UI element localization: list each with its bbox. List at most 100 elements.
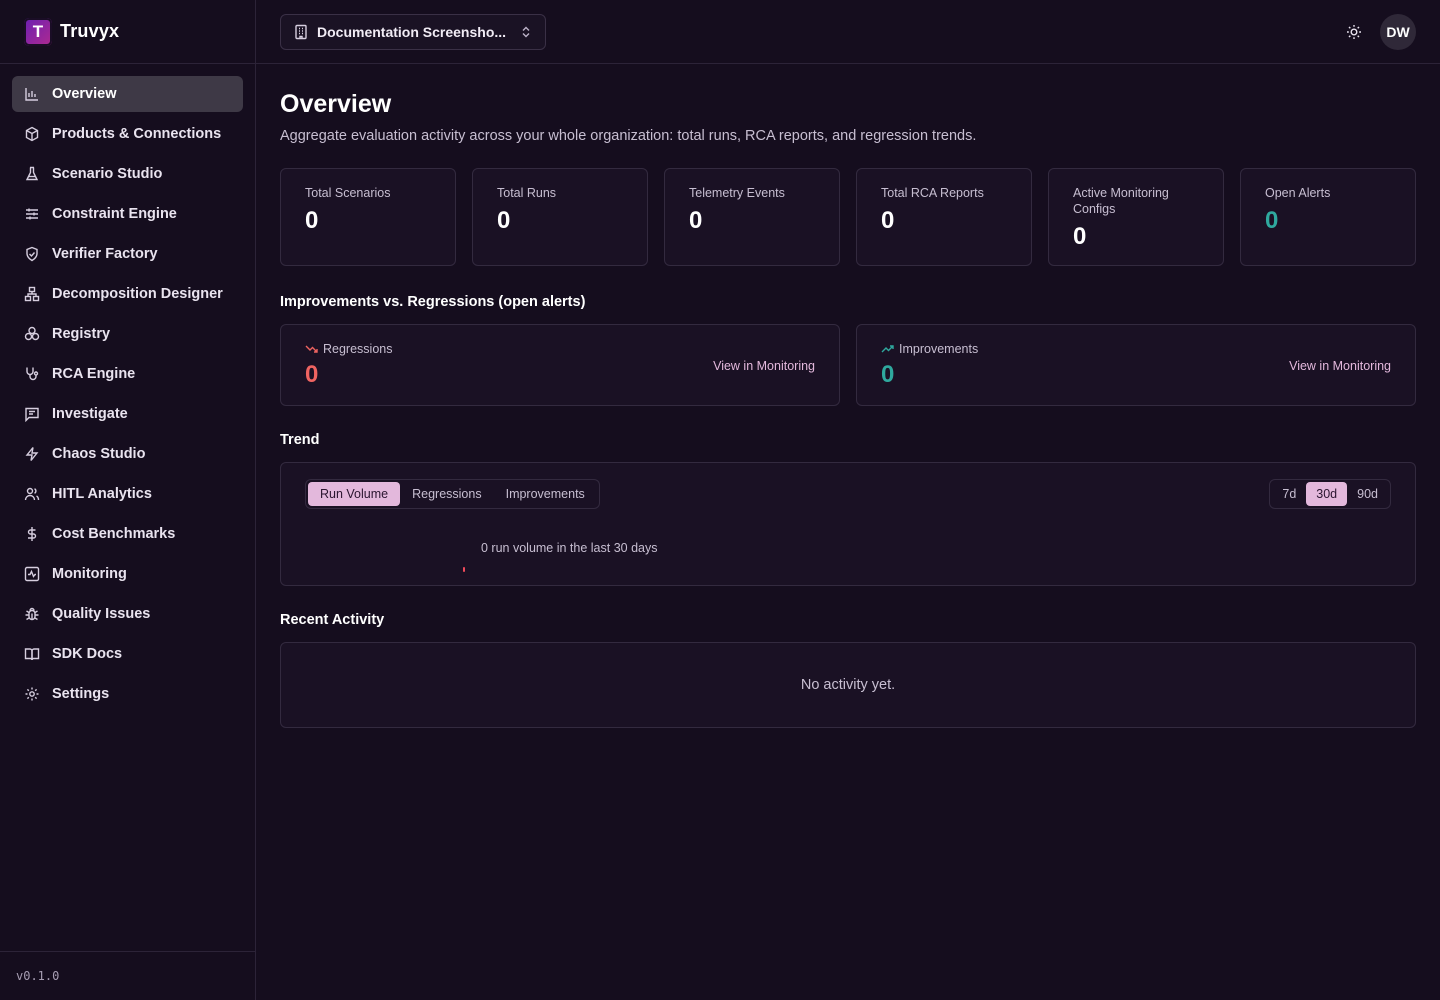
stat-card-active-monitoring-configs: Active Monitoring Configs 0	[1048, 168, 1224, 266]
sidebar-item-label: HITL Analytics	[52, 486, 152, 502]
book-open-icon	[24, 646, 40, 662]
sidebar-item-constraint-engine[interactable]: Constraint Engine	[12, 196, 243, 232]
truvyx-logo: T	[24, 17, 52, 46]
regressions-view-in-monitoring-link[interactable]: View in Monitoring	[713, 359, 815, 373]
stat-card-total-rca-reports: Total RCA Reports 0	[856, 168, 1032, 266]
sidebar-item-label: Quality Issues	[52, 606, 151, 622]
sidebar-item-label: Monitoring	[52, 566, 127, 582]
trend-type-tabs: Run Volume Regressions Improvements	[305, 479, 600, 509]
flask-icon	[24, 166, 40, 182]
regressions-card: Regressions 0 View in Monitoring	[280, 324, 840, 406]
trend-card: Run Volume Regressions Improvements 7d 3…	[280, 462, 1416, 586]
sidebar-item-sdk-docs[interactable]: SDK Docs	[12, 636, 243, 672]
bug-icon	[24, 606, 40, 622]
tab-regressions[interactable]: Regressions	[400, 482, 493, 506]
sidebar-nav: Overview Products & Connections Scenario…	[0, 64, 255, 712]
stat-value: 0	[881, 207, 895, 234]
sidebar-item-label: Products & Connections	[52, 126, 222, 142]
trend-chart-marker	[463, 567, 465, 572]
sidebar-item-label: Cost Benchmarks	[52, 526, 176, 542]
main-content: Overview Aggregate evaluation activity a…	[280, 64, 1416, 728]
stat-card-open-alerts: Open Alerts 0	[1240, 168, 1416, 266]
page-title: Overview	[280, 90, 392, 118]
sidebar-item-settings[interactable]: Settings	[12, 676, 243, 712]
sidebar-item-verifier-factory[interactable]: Verifier Factory	[12, 236, 243, 272]
range-90d[interactable]: 90d	[1347, 482, 1388, 506]
regressions-label: Regressions	[305, 341, 815, 357]
shield-check-icon	[24, 246, 40, 262]
box-icon	[24, 126, 40, 142]
stat-card-telemetry-events: Telemetry Events 0	[664, 168, 840, 266]
sidebar-item-label: Scenario Studio	[52, 166, 163, 182]
range-7d[interactable]: 7d	[1272, 482, 1306, 506]
stat-value: 0	[1265, 207, 1279, 234]
sidebar-item-scenario-studio[interactable]: Scenario Studio	[12, 156, 243, 192]
stat-card-total-runs: Total Runs 0	[472, 168, 648, 266]
user-avatar[interactable]: DW	[1380, 14, 1416, 50]
improvements-view-in-monitoring-link[interactable]: View in Monitoring	[1289, 359, 1391, 373]
stethoscope-icon	[24, 366, 40, 382]
improvements-row: Regressions 0 View in Monitoring Improve…	[280, 324, 1416, 406]
sidebar-item-label: Decomposition Designer	[52, 286, 223, 302]
sidebar-item-label: Investigate	[52, 406, 128, 422]
sidebar-item-label: Overview	[52, 86, 117, 102]
stat-value: 0	[1073, 223, 1087, 250]
brand-name: Truvyx	[60, 21, 120, 41]
message-square-icon	[24, 406, 40, 422]
stats-row: Total Scenarios 0 Total Runs 0 Telemetry…	[280, 168, 1416, 266]
theme-toggle-sun-icon[interactable]	[1344, 22, 1364, 42]
recent-activity-title: Recent Activity	[280, 612, 385, 628]
topbar: Documentation Screensho... DW	[256, 0, 1440, 64]
users-icon	[24, 486, 40, 502]
sidebar-item-label: Settings	[52, 686, 110, 702]
improvements-card: Improvements 0 View in Monitoring	[856, 324, 1416, 406]
network-icon	[24, 286, 40, 302]
brand[interactable]: T Truvyx	[0, 0, 255, 64]
trend-empty-message: 0 run volume in the last 30 days	[481, 541, 658, 555]
sidebar-item-hitl-analytics[interactable]: HITL Analytics	[12, 476, 243, 512]
stat-label: Total RCA Reports	[881, 186, 984, 200]
sidebar-item-quality-issues[interactable]: Quality Issues	[12, 596, 243, 632]
sidebar-item-decomposition-designer[interactable]: Decomposition Designer	[12, 276, 243, 312]
org-selector[interactable]: Documentation Screensho...	[280, 14, 546, 50]
improvements-label-text: Improvements	[899, 342, 979, 356]
sidebar-item-label: Chaos Studio	[52, 446, 146, 462]
improvements-label: Improvements	[881, 341, 1391, 357]
sidebar-item-label: Constraint Engine	[52, 206, 177, 222]
chevrons-up-down-icon	[519, 25, 533, 39]
stat-value: 0	[497, 207, 511, 234]
zap-icon	[24, 446, 40, 462]
sidebar-item-overview[interactable]: Overview	[12, 76, 243, 112]
tab-improvements[interactable]: Improvements	[494, 482, 597, 506]
version-label: v0.1.0	[0, 951, 255, 1000]
trend-section-title: Trend	[280, 432, 320, 448]
stat-label: Active Monitoring Configs	[1073, 186, 1169, 216]
sidebar-item-cost-benchmarks[interactable]: Cost Benchmarks	[12, 516, 243, 552]
sidebar-item-monitoring[interactable]: Monitoring	[12, 556, 243, 592]
stat-value: 0	[305, 207, 319, 234]
page-subtitle: Aggregate evaluation activity across you…	[280, 128, 977, 144]
bar-chart-icon	[24, 86, 40, 102]
sidebar: T Truvyx Overview Products & Connections…	[0, 0, 256, 1000]
trend-range-tabs: 7d 30d 90d	[1269, 479, 1391, 509]
stat-label: Open Alerts	[1265, 186, 1331, 200]
recent-activity-card: No activity yet.	[280, 642, 1416, 728]
range-30d[interactable]: 30d	[1306, 482, 1348, 506]
stat-label: Telemetry Events	[689, 186, 785, 200]
stat-value: 0	[689, 207, 703, 234]
sidebar-item-label: SDK Docs	[52, 646, 123, 662]
sidebar-item-products-connections[interactable]: Products & Connections	[12, 116, 243, 152]
trending-up-icon	[881, 345, 894, 353]
sidebar-item-rca-engine[interactable]: RCA Engine	[12, 356, 243, 392]
regressions-label-text: Regressions	[323, 342, 393, 356]
sidebar-item-label: Registry	[52, 326, 111, 342]
improvements-section-title: Improvements vs. Regressions (open alert…	[280, 294, 586, 310]
gear-icon	[24, 686, 40, 702]
stat-label: Total Scenarios	[305, 186, 391, 200]
activity-empty-message: No activity yet.	[800, 677, 896, 693]
sidebar-item-registry[interactable]: Registry	[12, 316, 243, 352]
sidebar-item-investigate[interactable]: Investigate	[12, 396, 243, 432]
tab-run-volume[interactable]: Run Volume	[308, 482, 401, 506]
sidebar-item-chaos-studio[interactable]: Chaos Studio	[12, 436, 243, 472]
trending-down-icon	[305, 345, 318, 353]
